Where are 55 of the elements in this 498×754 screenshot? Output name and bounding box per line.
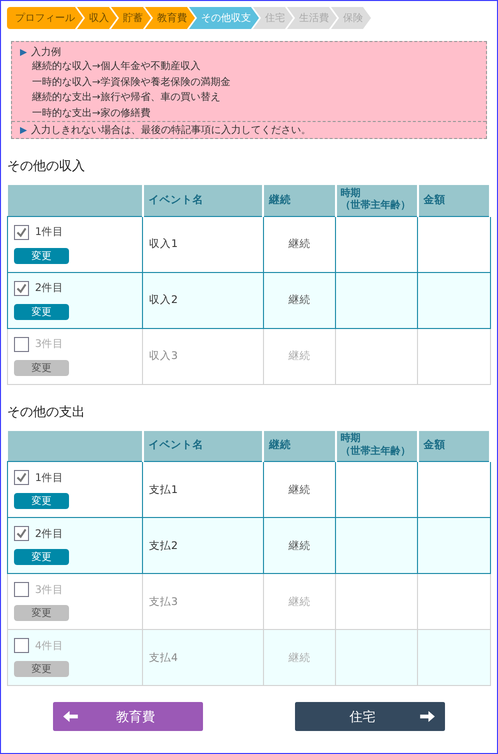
example-text: 継続的な支出→旅行や帰省、車の買い替え [31, 90, 222, 105]
column-header: 継続 [263, 185, 336, 216]
example-text: 一時的な支出→家の修繕費 [31, 106, 152, 120]
column-header: イベント名 [142, 185, 264, 216]
table-cell: 収入2 [142, 272, 264, 328]
column-header: 金額 [418, 185, 490, 216]
item-label: 2件目 [35, 526, 64, 540]
table-cell: 継続 [263, 216, 336, 272]
left-arrow-icon [63, 711, 78, 722]
table-cell: 継続 [263, 328, 336, 384]
table-cell: 継続 [263, 518, 336, 574]
item-label: 1件目 [35, 470, 64, 484]
column-header: イベント名 [142, 430, 264, 462]
table-cell: 継続 [263, 272, 336, 328]
item-label: 1件目 [35, 225, 64, 239]
checkbox[interactable] [14, 526, 29, 541]
table-cell: 収入3 [142, 328, 264, 384]
column-header: 時期（世帯主年齢） [336, 430, 418, 462]
table-cell: 支払2 [142, 518, 264, 574]
right-arrow-icon [420, 711, 435, 722]
triangle-icon [20, 126, 27, 134]
table-cell: 収入1 [142, 216, 264, 272]
progress-step: その他収支 [189, 7, 259, 29]
change-button[interactable]: 変更 [14, 248, 69, 264]
next-button[interactable]: 住宅 [295, 702, 445, 731]
checkbox[interactable] [14, 582, 29, 597]
back-button[interactable]: 教育費 [53, 702, 203, 731]
item-label: 3件目 [35, 337, 64, 351]
example-text: 一時的な収入→学資保険や養老保険の満期金 [31, 76, 232, 90]
checkbox[interactable] [14, 638, 29, 653]
change-button[interactable]: 変更 [14, 549, 69, 565]
item-label: 3件目 [35, 582, 64, 596]
example-text: 継続的な収入→個人年金や不動産収入 [31, 60, 202, 74]
item-label: 4件目 [35, 638, 64, 652]
change-button[interactable]: 変更 [14, 661, 69, 677]
item-label: 2件目 [35, 281, 64, 295]
change-button[interactable]: 変更 [14, 360, 69, 376]
checkbox[interactable] [14, 336, 29, 352]
triangle-icon [20, 48, 27, 56]
notice-heading: 入力例 [31, 46, 61, 59]
change-button[interactable]: 変更 [14, 304, 69, 320]
table-cell: 継続 [263, 630, 336, 686]
checkbox[interactable] [14, 280, 29, 296]
column-header: 金額 [418, 430, 490, 462]
progress-step: プロフィール [7, 7, 83, 29]
table-cell: 支払4 [142, 630, 264, 686]
section-title: その他の支出 [7, 404, 86, 420]
notice-text: 入力しきれない場合は、最後の特記事項に入力してください。 [31, 124, 311, 137]
column-header: 時期（世帯主年齢） [336, 185, 418, 216]
change-button[interactable]: 変更 [14, 493, 69, 509]
section-title: その他の収入 [7, 158, 86, 175]
column-header: 継続 [263, 430, 336, 462]
checkbox[interactable] [14, 224, 29, 240]
change-button[interactable]: 変更 [14, 605, 69, 621]
checkbox[interactable] [14, 470, 29, 485]
